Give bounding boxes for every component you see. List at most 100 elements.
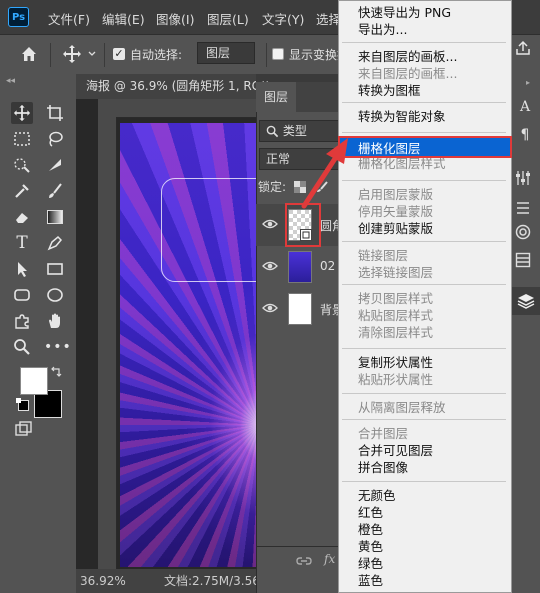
character-panel-icon[interactable]: A (514, 96, 536, 118)
pen-tool[interactable] (44, 232, 66, 254)
adjustments-panel-icon[interactable] (515, 170, 531, 186)
gradient-tool[interactable] (44, 206, 66, 228)
layer-thumbnail (288, 293, 312, 325)
menu-image[interactable]: 图像(I) (156, 9, 194, 28)
layers-panel-button[interactable] (512, 287, 540, 315)
auto-select-target-select[interactable]: 图层 (197, 42, 255, 64)
context-menu-item[interactable]: 选择链接图层 (358, 262, 433, 281)
menu-separator (342, 102, 506, 103)
move-tool[interactable] (11, 102, 33, 124)
horizontal-ruler (98, 99, 260, 118)
eraser-tool[interactable] (11, 206, 33, 228)
eye-icon[interactable] (262, 301, 278, 315)
menu-separator (342, 180, 506, 181)
fx-button[interactable]: fx (324, 552, 335, 566)
swap-colors-icon[interactable] (50, 366, 62, 378)
context-menu-item[interactable]: 清除图层样式 (358, 322, 433, 341)
context-menu-item[interactable]: 创建剪贴蒙版 (358, 218, 433, 237)
crop-slice-tool[interactable] (44, 154, 66, 176)
menu-file[interactable]: 文件(F) (48, 9, 90, 28)
channels-panel-icon[interactable] (515, 252, 531, 268)
layers-footer: fx (256, 546, 346, 577)
layers-tab[interactable]: 图层 (256, 82, 296, 112)
slice-icon (49, 159, 61, 171)
lasso-icon (49, 131, 63, 147)
context-menu-item[interactable]: 拼合图像 (358, 457, 408, 476)
search-icon (266, 125, 279, 138)
arrow-pointer-icon (18, 262, 27, 277)
default-colors-icon[interactable] (16, 398, 29, 411)
hand-tool[interactable] (44, 310, 66, 332)
quick-select-tool[interactable] (11, 154, 33, 176)
context-menu-item[interactable]: 粘贴形状属性 (358, 369, 433, 388)
pen-icon (47, 235, 63, 251)
layer-name[interactable]: 02 (320, 259, 335, 273)
context-menu-item[interactable]: 转换为智能对象 (358, 106, 446, 125)
brush-tool[interactable] (44, 180, 66, 202)
chevron-down-icon[interactable] (88, 51, 96, 57)
gradient-icon (47, 210, 63, 224)
artboard-tool[interactable] (44, 102, 66, 124)
context-menu-item[interactable]: 转换为图框 (358, 80, 421, 99)
zoom-level[interactable]: 36.92% (80, 569, 126, 593)
type-icon: T (16, 233, 28, 253)
rounded-rectangle-tool[interactable] (11, 284, 33, 306)
layer-row[interactable]: 02 (256, 246, 346, 288)
brush-icon (49, 183, 62, 198)
marquee-tool[interactable] (11, 128, 33, 150)
menu-separator (342, 284, 506, 285)
eye-icon[interactable] (262, 259, 278, 273)
rectangle-icon (47, 263, 63, 275)
menu-separator (342, 481, 506, 482)
document-tab[interactable]: 海报 @ 36.9% (圆角矩形 1, RGB (76, 74, 261, 99)
type-tool[interactable]: T (11, 232, 33, 254)
home-icon[interactable] (20, 45, 38, 63)
eyedropper-tool[interactable] (11, 180, 33, 202)
share-icon[interactable] (515, 40, 531, 56)
path-select-tool[interactable] (11, 258, 33, 280)
menu-layer[interactable]: 图层(L) (207, 9, 249, 28)
quick-mask-icon[interactable] (14, 420, 34, 438)
lasso-tool[interactable] (44, 128, 66, 150)
libraries-panel-icon[interactable] (514, 224, 532, 240)
auto-select-target-value: 图层 (206, 46, 231, 60)
quick-select-icon (14, 158, 30, 173)
layer-row[interactable]: 背景 (256, 288, 346, 330)
menu-edit[interactable]: 编辑(E) (102, 9, 145, 28)
vertical-ruler (98, 117, 117, 569)
foreground-color-swatch[interactable] (20, 367, 48, 395)
eraser-icon (16, 213, 28, 223)
menu-separator (342, 241, 506, 242)
move-tool-icon[interactable] (62, 44, 82, 64)
document-size: 文档:2.75M/3.56M (164, 574, 271, 588)
ellipse-tool[interactable] (44, 284, 66, 306)
properties-panel-icon[interactable] (515, 200, 531, 216)
marquee-icon (14, 132, 30, 146)
rounded-rectangle-icon (14, 289, 30, 301)
panel-collapse-bar[interactable]: ◂◂ (256, 74, 346, 87)
zoom-tool[interactable] (11, 336, 33, 358)
show-transform-checkbox[interactable] (272, 48, 284, 60)
link-layers-icon[interactable] (296, 555, 312, 567)
auto-select-checkbox[interactable]: ✓ (113, 48, 125, 60)
menu-type[interactable]: 文字(Y) (262, 9, 304, 28)
right-collapse-icon[interactable]: ▸ (526, 78, 530, 87)
paragraph-panel-icon[interactable]: ¶ (514, 124, 536, 146)
blend-mode-value: 正常 (266, 152, 291, 166)
auto-select-label: 自动选择: (130, 48, 183, 62)
eye-icon[interactable] (262, 217, 278, 231)
context-menu-item[interactable]: 从隔离图层释放 (358, 397, 446, 416)
context-menu-item[interactable]: 蓝色 (358, 570, 383, 589)
ellipse-icon (47, 288, 63, 302)
zoom-icon (14, 339, 30, 355)
hand-icon (49, 313, 60, 328)
rectangle-tool[interactable] (44, 258, 66, 280)
custom-shape-tool[interactable] (11, 310, 33, 332)
puzzle-icon (15, 314, 29, 329)
context-menu-item[interactable]: 导出为... (358, 19, 407, 38)
layer-thumbnail (288, 251, 312, 283)
photoshop-logo: Ps (8, 7, 29, 27)
more-tools[interactable]: ••• (44, 336, 71, 358)
tool-panel: ◂◂ T ••• (0, 74, 76, 593)
collapse-arrows-icon[interactable]: ◂◂ (6, 76, 15, 86)
